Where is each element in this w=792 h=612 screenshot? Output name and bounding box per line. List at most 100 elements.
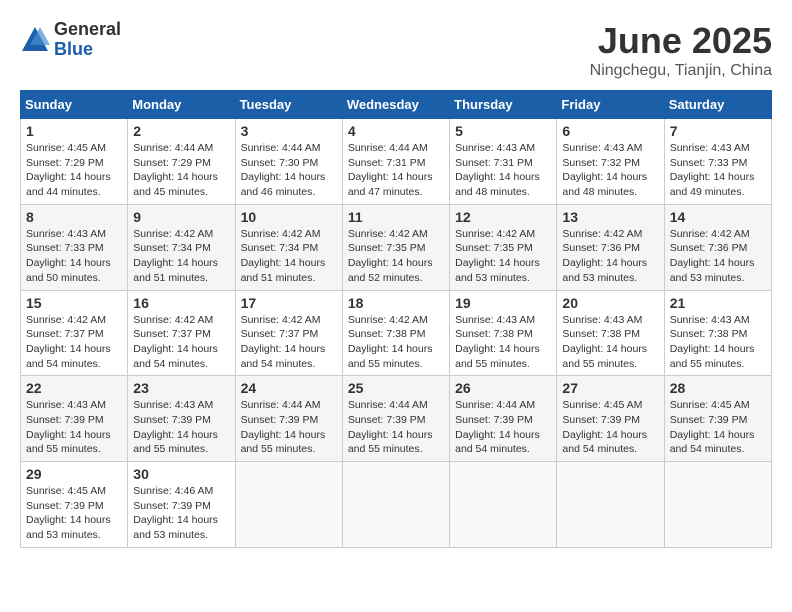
day-info: Sunrise: 4:44 AM Sunset: 7:30 PM Dayligh… — [241, 141, 337, 200]
calendar-cell: 30 Sunrise: 4:46 AM Sunset: 7:39 PM Dayl… — [128, 462, 235, 548]
day-number: 4 — [348, 123, 444, 139]
calendar-cell: 27 Sunrise: 4:45 AM Sunset: 7:39 PM Dayl… — [557, 376, 664, 462]
day-number: 8 — [26, 209, 122, 225]
day-info: Sunrise: 4:42 AM Sunset: 7:37 PM Dayligh… — [241, 313, 337, 372]
calendar-cell: 4 Sunrise: 4:44 AM Sunset: 7:31 PM Dayli… — [342, 119, 449, 205]
logo-text: General Blue — [54, 20, 121, 60]
day-info: Sunrise: 4:44 AM Sunset: 7:31 PM Dayligh… — [348, 141, 444, 200]
calendar-cell — [342, 462, 449, 548]
day-number: 20 — [562, 295, 658, 311]
col-header-sunday: Sunday — [21, 91, 128, 119]
day-number: 7 — [670, 123, 766, 139]
calendar-cell: 3 Sunrise: 4:44 AM Sunset: 7:30 PM Dayli… — [235, 119, 342, 205]
day-number: 11 — [348, 209, 444, 225]
calendar-cell: 13 Sunrise: 4:42 AM Sunset: 7:36 PM Dayl… — [557, 204, 664, 290]
col-header-thursday: Thursday — [450, 91, 557, 119]
calendar-cell — [235, 462, 342, 548]
day-number: 2 — [133, 123, 229, 139]
calendar-cell: 17 Sunrise: 4:42 AM Sunset: 7:37 PM Dayl… — [235, 290, 342, 376]
calendar-cell: 25 Sunrise: 4:44 AM Sunset: 7:39 PM Dayl… — [342, 376, 449, 462]
calendar-cell: 15 Sunrise: 4:42 AM Sunset: 7:37 PM Dayl… — [21, 290, 128, 376]
calendar-cell — [664, 462, 771, 548]
calendar-cell: 10 Sunrise: 4:42 AM Sunset: 7:34 PM Dayl… — [235, 204, 342, 290]
calendar-cell: 7 Sunrise: 4:43 AM Sunset: 7:33 PM Dayli… — [664, 119, 771, 205]
day-info: Sunrise: 4:43 AM Sunset: 7:31 PM Dayligh… — [455, 141, 551, 200]
calendar-cell: 16 Sunrise: 4:42 AM Sunset: 7:37 PM Dayl… — [128, 290, 235, 376]
day-info: Sunrise: 4:42 AM Sunset: 7:34 PM Dayligh… — [133, 227, 229, 286]
calendar-cell: 28 Sunrise: 4:45 AM Sunset: 7:39 PM Dayl… — [664, 376, 771, 462]
location-title: Ningchegu, Tianjin, China — [590, 62, 772, 80]
day-number: 16 — [133, 295, 229, 311]
calendar-cell: 6 Sunrise: 4:43 AM Sunset: 7:32 PM Dayli… — [557, 119, 664, 205]
day-info: Sunrise: 4:43 AM Sunset: 7:33 PM Dayligh… — [670, 141, 766, 200]
day-info: Sunrise: 4:42 AM Sunset: 7:34 PM Dayligh… — [241, 227, 337, 286]
calendar-cell: 29 Sunrise: 4:45 AM Sunset: 7:39 PM Dayl… — [21, 462, 128, 548]
calendar-header-row: SundayMondayTuesdayWednesdayThursdayFrid… — [21, 91, 772, 119]
day-number: 27 — [562, 380, 658, 396]
day-number: 18 — [348, 295, 444, 311]
col-header-saturday: Saturday — [664, 91, 771, 119]
day-info: Sunrise: 4:43 AM Sunset: 7:39 PM Dayligh… — [133, 398, 229, 457]
day-number: 10 — [241, 209, 337, 225]
calendar-cell: 21 Sunrise: 4:43 AM Sunset: 7:38 PM Dayl… — [664, 290, 771, 376]
day-info: Sunrise: 4:43 AM Sunset: 7:38 PM Dayligh… — [455, 313, 551, 372]
calendar-week-5: 29 Sunrise: 4:45 AM Sunset: 7:39 PM Dayl… — [21, 462, 772, 548]
day-info: Sunrise: 4:42 AM Sunset: 7:37 PM Dayligh… — [133, 313, 229, 372]
calendar: SundayMondayTuesdayWednesdayThursdayFrid… — [20, 90, 772, 548]
header: General Blue June 2025 Ningchegu, Tianji… — [20, 20, 772, 80]
calendar-cell: 26 Sunrise: 4:44 AM Sunset: 7:39 PM Dayl… — [450, 376, 557, 462]
calendar-cell: 22 Sunrise: 4:43 AM Sunset: 7:39 PM Dayl… — [21, 376, 128, 462]
calendar-week-4: 22 Sunrise: 4:43 AM Sunset: 7:39 PM Dayl… — [21, 376, 772, 462]
day-number: 22 — [26, 380, 122, 396]
day-info: Sunrise: 4:45 AM Sunset: 7:39 PM Dayligh… — [670, 398, 766, 457]
day-info: Sunrise: 4:42 AM Sunset: 7:36 PM Dayligh… — [562, 227, 658, 286]
logo-icon — [20, 25, 50, 55]
day-number: 14 — [670, 209, 766, 225]
day-info: Sunrise: 4:42 AM Sunset: 7:38 PM Dayligh… — [348, 313, 444, 372]
col-header-monday: Monday — [128, 91, 235, 119]
month-title: June 2025 — [590, 20, 772, 62]
calendar-cell: 19 Sunrise: 4:43 AM Sunset: 7:38 PM Dayl… — [450, 290, 557, 376]
day-info: Sunrise: 4:44 AM Sunset: 7:29 PM Dayligh… — [133, 141, 229, 200]
logo: General Blue — [20, 20, 121, 60]
day-number: 6 — [562, 123, 658, 139]
col-header-friday: Friday — [557, 91, 664, 119]
calendar-cell: 8 Sunrise: 4:43 AM Sunset: 7:33 PM Dayli… — [21, 204, 128, 290]
calendar-cell: 14 Sunrise: 4:42 AM Sunset: 7:36 PM Dayl… — [664, 204, 771, 290]
calendar-week-2: 8 Sunrise: 4:43 AM Sunset: 7:33 PM Dayli… — [21, 204, 772, 290]
day-info: Sunrise: 4:45 AM Sunset: 7:39 PM Dayligh… — [26, 484, 122, 543]
calendar-week-3: 15 Sunrise: 4:42 AM Sunset: 7:37 PM Dayl… — [21, 290, 772, 376]
calendar-cell: 11 Sunrise: 4:42 AM Sunset: 7:35 PM Dayl… — [342, 204, 449, 290]
day-number: 23 — [133, 380, 229, 396]
day-info: Sunrise: 4:42 AM Sunset: 7:35 PM Dayligh… — [455, 227, 551, 286]
calendar-week-1: 1 Sunrise: 4:45 AM Sunset: 7:29 PM Dayli… — [21, 119, 772, 205]
calendar-cell — [450, 462, 557, 548]
day-info: Sunrise: 4:44 AM Sunset: 7:39 PM Dayligh… — [241, 398, 337, 457]
calendar-cell: 2 Sunrise: 4:44 AM Sunset: 7:29 PM Dayli… — [128, 119, 235, 205]
day-info: Sunrise: 4:43 AM Sunset: 7:38 PM Dayligh… — [562, 313, 658, 372]
title-area: June 2025 Ningchegu, Tianjin, China — [590, 20, 772, 80]
day-info: Sunrise: 4:43 AM Sunset: 7:32 PM Dayligh… — [562, 141, 658, 200]
day-info: Sunrise: 4:44 AM Sunset: 7:39 PM Dayligh… — [455, 398, 551, 457]
day-number: 12 — [455, 209, 551, 225]
day-number: 15 — [26, 295, 122, 311]
day-number: 3 — [241, 123, 337, 139]
day-number: 24 — [241, 380, 337, 396]
calendar-cell: 24 Sunrise: 4:44 AM Sunset: 7:39 PM Dayl… — [235, 376, 342, 462]
calendar-cell: 20 Sunrise: 4:43 AM Sunset: 7:38 PM Dayl… — [557, 290, 664, 376]
day-info: Sunrise: 4:45 AM Sunset: 7:29 PM Dayligh… — [26, 141, 122, 200]
calendar-cell: 1 Sunrise: 4:45 AM Sunset: 7:29 PM Dayli… — [21, 119, 128, 205]
day-number: 26 — [455, 380, 551, 396]
day-info: Sunrise: 4:42 AM Sunset: 7:36 PM Dayligh… — [670, 227, 766, 286]
calendar-cell — [557, 462, 664, 548]
calendar-cell: 23 Sunrise: 4:43 AM Sunset: 7:39 PM Dayl… — [128, 376, 235, 462]
calendar-cell: 9 Sunrise: 4:42 AM Sunset: 7:34 PM Dayli… — [128, 204, 235, 290]
day-number: 29 — [26, 466, 122, 482]
day-number: 9 — [133, 209, 229, 225]
day-info: Sunrise: 4:45 AM Sunset: 7:39 PM Dayligh… — [562, 398, 658, 457]
col-header-tuesday: Tuesday — [235, 91, 342, 119]
day-info: Sunrise: 4:43 AM Sunset: 7:39 PM Dayligh… — [26, 398, 122, 457]
logo-general: General — [54, 20, 121, 40]
col-header-wednesday: Wednesday — [342, 91, 449, 119]
calendar-cell: 5 Sunrise: 4:43 AM Sunset: 7:31 PM Dayli… — [450, 119, 557, 205]
